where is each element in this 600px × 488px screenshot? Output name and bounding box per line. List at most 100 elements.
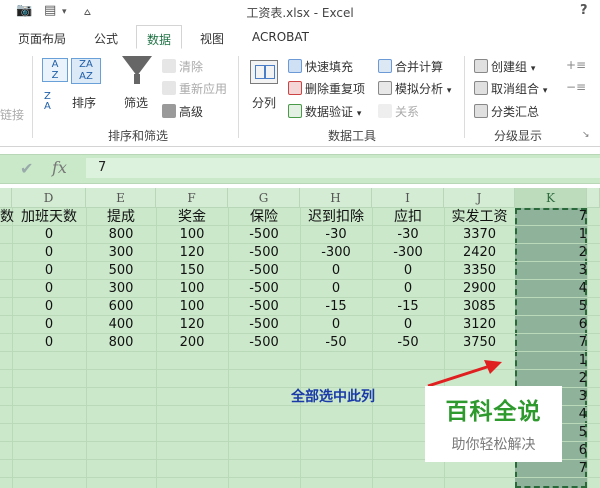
- subtotal-button[interactable]: 分类汇总: [474, 103, 539, 120]
- cell[interactable]: 0: [12, 334, 86, 352]
- cell[interactable]: 150: [156, 262, 228, 280]
- relationships-button[interactable]: 关系: [378, 103, 419, 120]
- cell[interactable]: 100: [156, 280, 228, 298]
- formula-input[interactable]: 7: [86, 158, 600, 178]
- flash-fill-button[interactable]: 快速填充: [288, 58, 353, 75]
- cell[interactable]: 0: [12, 262, 86, 280]
- cell[interactable]: -500: [228, 262, 300, 280]
- text-to-columns-label[interactable]: 分列: [252, 94, 276, 111]
- cell[interactable]: 实发工资: [444, 208, 515, 226]
- cell[interactable]: -500: [228, 334, 300, 352]
- tab-acrobat[interactable]: ACROBAT: [252, 30, 309, 44]
- cell[interactable]: 300: [86, 244, 156, 262]
- cell[interactable]: -50: [300, 334, 372, 352]
- show-detail-icon[interactable]: +≡: [566, 58, 586, 72]
- cell[interactable]: -500: [228, 298, 300, 316]
- cell[interactable]: 0: [12, 298, 86, 316]
- cell[interactable]: 800: [86, 334, 156, 352]
- cell-k[interactable]: 1: [515, 226, 587, 244]
- cell[interactable]: -500: [228, 244, 300, 262]
- cell[interactable]: 0: [300, 262, 372, 280]
- cell[interactable]: 0: [12, 316, 86, 334]
- check-icon[interactable]: ✔: [20, 159, 33, 178]
- cell-k[interactable]: 3: [515, 388, 587, 406]
- hide-detail-icon[interactable]: −≡: [566, 80, 586, 94]
- sort-label[interactable]: 排序: [72, 94, 96, 111]
- advanced-filter-button[interactable]: 高级: [162, 103, 203, 120]
- sort-dialog-icon[interactable]: ZA AZ: [71, 58, 101, 84]
- cell[interactable]: -300: [372, 244, 444, 262]
- edit-links-partial[interactable]: 链接: [0, 106, 24, 123]
- consolidate-button[interactable]: 合并计算: [378, 58, 443, 75]
- cell[interactable]: 加班天数: [12, 208, 86, 226]
- cell[interactable]: 0: [300, 316, 372, 334]
- cell[interactable]: -500: [228, 226, 300, 244]
- cell-k[interactable]: 7: [515, 208, 587, 226]
- cell[interactable]: -15: [300, 298, 372, 316]
- cell[interactable]: 2420: [444, 244, 515, 262]
- cell-k[interactable]: 2: [515, 244, 587, 262]
- cell-k[interactable]: 7: [515, 334, 587, 352]
- help-icon[interactable]: ?: [580, 3, 588, 18]
- cell[interactable]: 迟到扣除: [300, 208, 372, 226]
- cell[interactable]: 120: [156, 316, 228, 334]
- cell[interactable]: 3370: [444, 226, 515, 244]
- cell-k[interactable]: 5: [515, 298, 587, 316]
- cell[interactable]: 3120: [444, 316, 515, 334]
- cell[interactable]: 0: [12, 226, 86, 244]
- cell[interactable]: 200: [156, 334, 228, 352]
- cell[interactable]: 应扣: [372, 208, 444, 226]
- clear-filter-button[interactable]: 清除: [162, 58, 203, 75]
- cell[interactable]: -300: [300, 244, 372, 262]
- data-validation-button[interactable]: 数据验证 ▾: [288, 103, 361, 120]
- filter-label[interactable]: 筛选: [124, 94, 148, 111]
- cell-k[interactable]: 6: [515, 442, 587, 460]
- cell[interactable]: 提成: [86, 208, 156, 226]
- cell[interactable]: 0: [372, 316, 444, 334]
- fx-icon[interactable]: fx: [52, 158, 67, 177]
- cell[interactable]: -30: [372, 226, 444, 244]
- remove-duplicates-button[interactable]: 删除重复项: [288, 80, 365, 97]
- whatif-analysis-button[interactable]: 模拟分析 ▾: [378, 80, 451, 97]
- cell[interactable]: -50: [372, 334, 444, 352]
- cell[interactable]: 0: [12, 280, 86, 298]
- cell[interactable]: 保险: [228, 208, 300, 226]
- ungroup-button[interactable]: 取消组合 ▾: [474, 80, 547, 97]
- group-button[interactable]: 创建组 ▾: [474, 58, 535, 75]
- tab-data[interactable]: 数据: [136, 25, 183, 49]
- cell[interactable]: 100: [156, 298, 228, 316]
- cell-k[interactable]: 2: [515, 370, 587, 388]
- sort-az-icon[interactable]: AZ: [42, 58, 68, 82]
- cell[interactable]: 3750: [444, 334, 515, 352]
- cell-k[interactable]: 4: [515, 406, 587, 424]
- cell-partial[interactable]: 数: [0, 208, 14, 226]
- cell[interactable]: 600: [86, 298, 156, 316]
- cell-k[interactable]: 7: [515, 460, 587, 478]
- cell[interactable]: 0: [12, 244, 86, 262]
- cell[interactable]: 0: [372, 262, 444, 280]
- cell[interactable]: 0: [300, 280, 372, 298]
- sort-za-icon[interactable]: ZA: [44, 92, 51, 112]
- filter-icon[interactable]: [122, 56, 152, 76]
- tab-view[interactable]: 视图: [200, 30, 224, 47]
- cell[interactable]: -30: [300, 226, 372, 244]
- tab-formulas[interactable]: 公式: [94, 30, 118, 47]
- cell[interactable]: -500: [228, 316, 300, 334]
- cell-k[interactable]: 3: [515, 262, 587, 280]
- cell[interactable]: 800: [86, 226, 156, 244]
- cell-k[interactable]: 5: [515, 424, 587, 442]
- cell[interactable]: 100: [156, 226, 228, 244]
- cell[interactable]: 2900: [444, 280, 515, 298]
- cell[interactable]: -500: [228, 280, 300, 298]
- cell[interactable]: 奖金: [156, 208, 228, 226]
- cell[interactable]: 0: [372, 280, 444, 298]
- text-to-columns-icon[interactable]: [250, 60, 278, 84]
- cell[interactable]: 500: [86, 262, 156, 280]
- cell[interactable]: 120: [156, 244, 228, 262]
- cell[interactable]: 3085: [444, 298, 515, 316]
- tab-page-layout[interactable]: 页面布局: [18, 30, 66, 47]
- cell-k[interactable]: 6: [515, 316, 587, 334]
- cell[interactable]: 3350: [444, 262, 515, 280]
- cell[interactable]: -15: [372, 298, 444, 316]
- dialog-launcher-icon[interactable]: ↘: [582, 130, 590, 140]
